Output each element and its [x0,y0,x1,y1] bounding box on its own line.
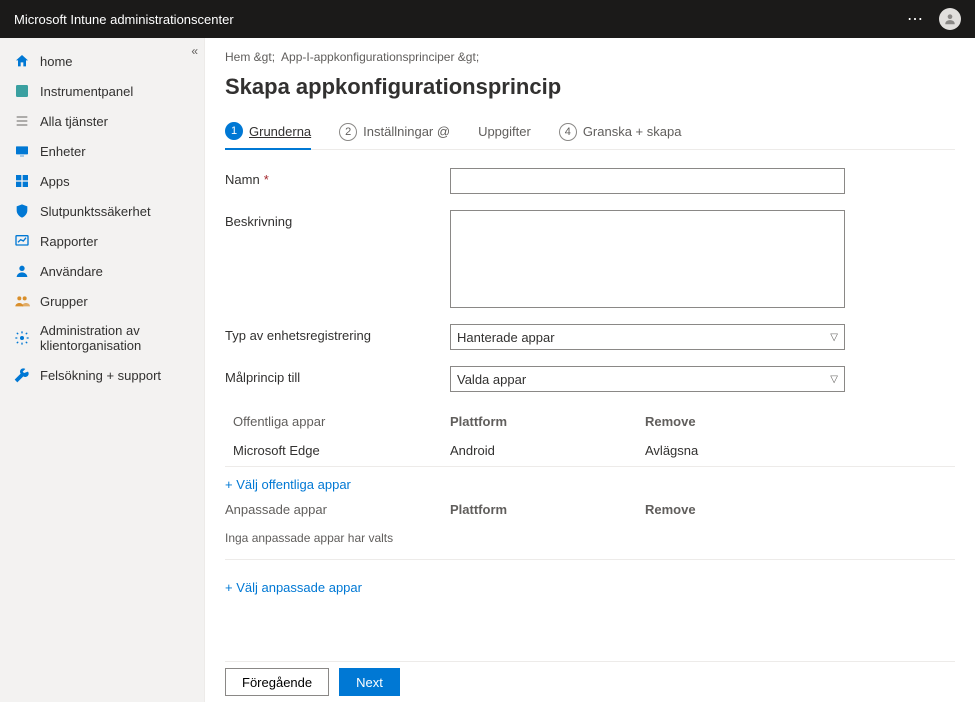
sidebar-item-all-services[interactable]: Alla tjänster [0,106,204,136]
app-platform: Android [450,443,645,458]
app-name: Microsoft Edge [225,443,450,458]
divider [225,559,955,560]
device-registration-label: Typ av enhetsregistrering [225,324,450,343]
sidebar-item-label: Administration av klientorganisation [40,323,190,353]
app-remove-link[interactable]: Avlägsna [645,443,955,458]
sidebar-item-groups[interactable]: Grupper [0,286,204,316]
shield-icon [14,203,30,219]
step-label: Uppgifter [478,124,531,139]
step-basics[interactable]: 1 Grunderna [225,122,311,150]
sidebar-item-dashboard[interactable]: Instrumentpanel [0,76,204,106]
custom-apps-header: Anpassade appar Plattform Remove [225,496,955,523]
step-label: Grunderna [249,124,311,139]
step-settings[interactable]: 2 Inställningar @ [339,123,450,149]
sidebar-item-label: Användare [40,264,103,279]
target-policy-select[interactable]: Valda appar ▽ [450,366,845,392]
breadcrumb: Hem &gt; App-I-appkonfigurationsprincipe… [225,50,955,64]
sidebar-collapse-icon[interactable]: « [191,44,198,58]
reports-icon [14,233,30,249]
public-app-row: Microsoft Edge Android Avlägsna [225,435,955,467]
wizard-footer: Föregående Next [225,661,955,702]
step-label: Inställningar @ [363,124,450,139]
name-label: Namn* [225,168,450,187]
top-bar: Microsoft Intune administrationscenter ⋯ [0,0,975,38]
target-policy-label: Målprincip till [225,366,450,385]
col-platform: Plattform [450,414,645,429]
sidebar-item-tenant-admin[interactable]: Administration av klientorganisation [0,316,204,360]
sidebar-item-label: home [40,54,73,69]
step-number: 4 [559,123,577,141]
custom-apps-empty: Inga anpassade appar har valts [225,523,955,553]
sidebar-item-home[interactable]: home [0,46,204,76]
sidebar-item-devices[interactable]: Enheter [0,136,204,166]
name-input[interactable] [450,168,845,194]
sidebar-item-apps[interactable]: Apps [0,166,204,196]
step-number: 2 [339,123,357,141]
sidebar-item-label: Apps [40,174,70,189]
sidebar-item-label: Rapporter [40,234,98,249]
add-custom-apps-link[interactable]: + Välj anpassade appar [225,570,955,599]
public-apps-header: Offentliga appar Plattform Remove [225,408,955,435]
breadcrumb-link[interactable]: Hem [225,50,250,64]
sidebar-item-label: Instrumentpanel [40,84,133,99]
sidebar-item-reports[interactable]: Rapporter [0,226,204,256]
step-number: 1 [225,122,243,140]
select-value: Hanterade appar [457,330,555,345]
admin-icon [14,330,30,346]
user-icon [14,263,30,279]
sidebar-item-endpoint-security[interactable]: Slutpunktssäkerhet [0,196,204,226]
sidebar-item-label: Felsökning + support [40,368,161,383]
topbar-right: ⋯ [907,8,961,30]
col-public-apps: Offentliga appar [225,414,450,429]
sidebar-item-label: Enheter [40,144,86,159]
add-public-apps-link[interactable]: + Välj offentliga appar [225,467,955,496]
sidebar-item-label: Grupper [40,294,88,309]
description-label: Beskrivning [225,210,450,229]
app-title: Microsoft Intune administrationscenter [14,12,234,27]
breadcrumb-link[interactable]: App-I-appkonfigurationsprinciper [281,50,454,64]
wizard-steps: 1 Grunderna 2 Inställningar @ Uppgifter … [225,122,955,150]
col-platform: Plattform [450,502,645,517]
device-icon [14,143,30,159]
main-content: Hem &gt; App-I-appkonfigurationsprincipe… [205,38,975,702]
wrench-icon [14,367,30,383]
col-remove: Remove [645,502,955,517]
sidebar-item-label: Alla tjänster [40,114,108,129]
sidebar-item-label: Slutpunktssäkerhet [40,204,151,219]
col-custom-apps: Anpassade appar [225,502,450,517]
previous-button[interactable]: Föregående [225,668,329,696]
home-icon [14,53,30,69]
next-button[interactable]: Next [339,668,400,696]
col-remove: Remove [645,414,955,429]
step-label: Granska + skapa [583,124,682,139]
dashboard-icon [14,83,30,99]
group-icon [14,293,30,309]
device-registration-select[interactable]: Hanterade appar ▽ [450,324,845,350]
sidebar: « home Instrumentpanel Alla tjänster Enh… [0,38,205,702]
sidebar-item-users[interactable]: Användare [0,256,204,286]
apps-icon [14,173,30,189]
chevron-down-icon: ▽ [830,332,838,343]
list-icon [14,113,30,129]
chevron-down-icon: ▽ [830,374,838,385]
description-textarea[interactable] [450,210,845,308]
page-title: Skapa appkonfigurationsprincip [225,74,955,100]
sidebar-item-troubleshooting[interactable]: Felsökning + support [0,360,204,390]
step-review[interactable]: 4 Granska + skapa [559,123,682,149]
select-value: Valda appar [457,372,526,387]
avatar[interactable] [939,8,961,30]
more-icon[interactable]: ⋯ [907,9,925,29]
step-assignments[interactable]: Uppgifter [478,124,531,147]
